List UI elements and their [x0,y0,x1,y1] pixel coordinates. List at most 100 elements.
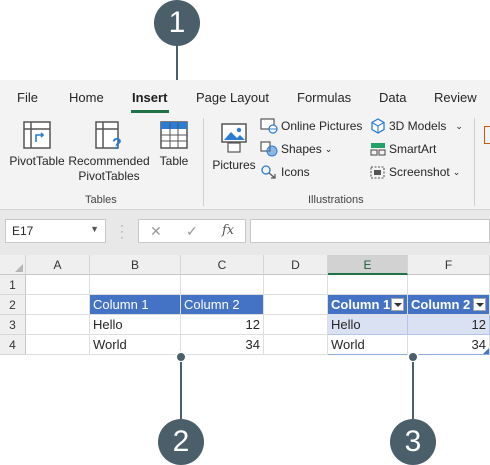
cell[interactable] [26,295,90,315]
range-cell-c4[interactable]: 34 [181,335,264,355]
online-pictures-button[interactable]: Online Pictures [260,118,362,134]
range-cell-b4[interactable]: World [90,335,181,355]
online-pictures-icon [260,118,278,134]
icons-label: Icons [281,165,310,179]
callout-3-line [412,362,414,420]
worksheet-grid: A B C D E F 1 2 3 4 Column 1 Column 2 He… [0,255,490,355]
table-header-label: Column 1 [331,297,391,312]
smartart-label: SmartArt [389,142,437,156]
formula-bar: E17 ▼ · · · ✕ ✓ fx [0,210,490,255]
table-header-column-2[interactable]: Column 2 [408,295,490,315]
range-cell-c3[interactable]: 12 [181,315,264,335]
table-resize-handle[interactable] [483,348,489,354]
pictures-icon [221,123,247,153]
column-header-b[interactable]: B [90,255,181,275]
filter-dropdown-icon[interactable] [391,298,404,311]
cell[interactable] [328,275,408,295]
recommended-pivottables-button[interactable]: ? Recommended PivotTables [67,120,151,184]
shapes-button[interactable]: Shapes ⌄ [260,141,332,157]
screenshot-button[interactable]: Screenshot ⌄ [370,164,460,180]
tab-file[interactable]: File [17,90,38,105]
cell[interactable] [181,275,264,295]
table-icon [160,121,188,149]
range-cell-b3[interactable]: Hello [90,315,181,335]
pivot-table-button[interactable]: PivotTable [7,120,67,169]
callout-2: 2 [158,419,204,465]
table-label: Table [159,154,189,168]
column-header-e[interactable]: E [328,255,408,275]
cell[interactable] [26,275,90,295]
ribbon: File Home Insert Page Layout Formulas Da… [0,80,490,210]
row-header-3[interactable]: 3 [0,315,26,335]
smartart-button[interactable]: SmartArt [370,141,436,157]
cell[interactable] [264,275,328,295]
tab-formulas[interactable]: Formulas [297,90,351,105]
tables-group-label: Tables [85,194,117,206]
range-header-column-2[interactable]: Column 2 [181,295,264,315]
chevron-down-icon[interactable]: ▼ [90,224,99,234]
table-header-column-1[interactable]: Column 1 [328,295,408,315]
select-all-corner[interactable] [0,255,26,275]
3d-models-icon [371,118,385,134]
formula-buttons: ✕ ✓ fx [138,219,246,243]
tab-home[interactable]: Home [69,90,104,105]
column-header-d[interactable]: D [264,255,328,275]
formula-bar-splitter[interactable]: · · · [120,219,124,243]
chevron-down-icon: ⌄ [452,166,461,177]
column-header-a[interactable]: A [26,255,90,275]
group-separator [474,118,475,206]
cell[interactable] [90,275,181,295]
column-header-f[interactable]: F [408,255,490,275]
table-cell-f3[interactable]: 12 [408,315,490,335]
cancel-icon[interactable]: ✕ [150,223,162,240]
icons-button[interactable]: Icons [260,164,310,180]
column-header-c[interactable]: C [181,255,264,275]
screenshot-label: Screenshot [389,165,450,179]
filter-dropdown-icon[interactable] [473,298,486,311]
3d-models-button[interactable]: 3D Models ⌄ [370,118,463,134]
row-header-2[interactable]: 2 [0,295,26,315]
name-box[interactable]: E17 ▼ [5,219,106,243]
3d-models-label: 3D Models [389,119,447,133]
tab-insert[interactable]: Insert [132,90,167,105]
pivot-table-icon [23,121,51,149]
insert-function-icon[interactable]: fx [222,223,234,238]
enter-icon[interactable]: ✓ [186,223,198,240]
row-header-1[interactable]: 1 [0,275,26,295]
icons-icon [261,165,276,179]
pivot-table-label: PivotTable [9,154,65,168]
cell[interactable] [264,335,328,355]
chevron-down-icon: ⌄ [324,143,333,154]
active-tab-indicator [131,110,169,113]
callout-2-line [180,362,182,420]
formula-input[interactable] [250,219,490,243]
cell[interactable] [264,315,328,335]
tab-review[interactable]: Review [434,90,477,105]
pictures-button[interactable]: Pictures [210,122,258,173]
cell[interactable] [408,275,490,295]
row-header-4[interactable]: 4 [0,335,26,355]
online-pictures-label: Online Pictures [281,119,363,133]
table-button[interactable]: Table [155,120,193,169]
range-header-column-1[interactable]: Column 1 [90,295,181,315]
smartart-icon [370,143,386,156]
table-cell-f4[interactable]: 34 [408,335,490,355]
table-header-label: Column 2 [411,297,471,312]
recommended-label-line1: Recommended [68,154,150,168]
table-cell-e3[interactable]: Hello [328,315,408,335]
callout-3: 3 [390,419,436,465]
table-cell-e4[interactable]: World [328,335,408,355]
shapes-icon [260,141,278,157]
pictures-label: Pictures [212,158,256,172]
tab-data[interactable]: Data [379,90,406,105]
chevron-down-icon: ⌄ [455,120,463,131]
group-separator [203,118,204,206]
cell[interactable] [26,335,90,355]
name-box-value: E17 [12,224,34,238]
screenshot-icon [370,166,385,179]
cell[interactable] [26,315,90,335]
recommended-label-line2: PivotTables [78,169,140,183]
tab-page-layout[interactable]: Page Layout [196,90,269,105]
cell[interactable] [264,295,328,315]
recommended-pivottables-icon: ? [95,121,122,150]
